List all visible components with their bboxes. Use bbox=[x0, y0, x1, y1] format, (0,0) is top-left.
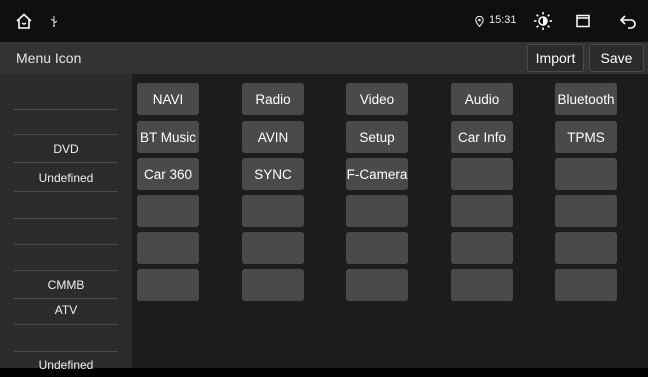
grid-tile[interactable]: Car Info bbox=[451, 121, 513, 153]
separator bbox=[14, 270, 118, 271]
save-button[interactable]: Save bbox=[589, 44, 644, 72]
separator bbox=[14, 162, 118, 163]
grid-tile[interactable]: Bluetooth bbox=[555, 83, 617, 115]
grid-tile[interactable] bbox=[242, 232, 304, 264]
grid-tile[interactable]: SYNC bbox=[242, 158, 304, 190]
usb-icon bbox=[48, 14, 60, 28]
import-button[interactable]: Import bbox=[527, 44, 584, 72]
back-icon[interactable] bbox=[618, 12, 638, 30]
grid-tile[interactable]: F-Camera bbox=[346, 158, 408, 190]
screen: 15:31 Menu Icon Import Save DVD Undefine… bbox=[0, 0, 648, 372]
grid-tile[interactable]: TPMS bbox=[555, 121, 617, 153]
grid-tile[interactable] bbox=[137, 232, 199, 264]
grid-tile[interactable]: Radio bbox=[242, 83, 304, 115]
left-list-item[interactable]: ATV bbox=[0, 298, 132, 322]
grid-tile[interactable] bbox=[137, 269, 199, 301]
separator bbox=[14, 191, 118, 192]
left-list-item[interactable]: CMMB bbox=[0, 273, 132, 297]
grid-tile[interactable]: BT Music bbox=[137, 121, 199, 153]
left-list-item[interactable]: DVD bbox=[0, 137, 132, 161]
separator bbox=[14, 218, 118, 219]
grid-tile[interactable] bbox=[242, 269, 304, 301]
separator bbox=[14, 324, 118, 325]
grid-tile[interactable]: Setup bbox=[346, 121, 408, 153]
separator bbox=[14, 351, 118, 352]
grid-tile[interactable] bbox=[555, 269, 617, 301]
grid-tile[interactable] bbox=[451, 232, 513, 264]
clock: 15:31 bbox=[489, 14, 517, 26]
left-list-item[interactable]: Undefined bbox=[0, 166, 132, 190]
separator bbox=[14, 244, 118, 245]
grid-tile[interactable] bbox=[346, 195, 408, 227]
grid-tile[interactable] bbox=[555, 158, 617, 190]
grid-tile[interactable] bbox=[346, 232, 408, 264]
grid-tile[interactable]: Car 360 bbox=[137, 158, 199, 190]
separator bbox=[14, 134, 118, 135]
grid-tile[interactable] bbox=[346, 269, 408, 301]
grid-tile[interactable] bbox=[555, 232, 617, 264]
page-title: Menu Icon bbox=[16, 50, 82, 66]
grid-tile[interactable] bbox=[451, 269, 513, 301]
grid-tile[interactable] bbox=[555, 195, 617, 227]
window-icon[interactable] bbox=[574, 12, 592, 30]
grid-tile[interactable] bbox=[242, 195, 304, 227]
brightness-icon[interactable] bbox=[532, 10, 554, 32]
location-icon bbox=[474, 15, 484, 27]
grid-tile[interactable]: Audio bbox=[451, 83, 513, 115]
grid-tile[interactable] bbox=[137, 195, 199, 227]
grid-tile[interactable]: AVIN bbox=[242, 121, 304, 153]
grid-tile[interactable] bbox=[451, 158, 513, 190]
grid-tile[interactable] bbox=[451, 195, 513, 227]
left-list-item[interactable]: Undefined bbox=[0, 353, 132, 377]
title-bar: Menu Icon Import Save bbox=[0, 42, 648, 74]
grid-tile[interactable]: NAVI bbox=[137, 83, 199, 115]
status-bar: 15:31 bbox=[0, 0, 648, 42]
home-icon[interactable] bbox=[14, 11, 34, 31]
left-function-list: DVD Undefined CMMB ATV Undefined bbox=[0, 74, 132, 372]
grid-tile[interactable]: Video bbox=[346, 83, 408, 115]
separator bbox=[14, 109, 118, 110]
icon-grid: NAVI Radio Video Audio Bluetooth BT Musi… bbox=[132, 74, 648, 368]
